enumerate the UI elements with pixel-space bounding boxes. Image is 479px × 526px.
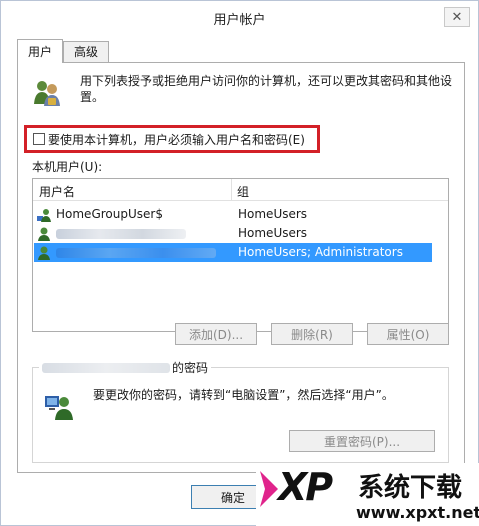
user-accounts-window: 用户帐户 ✕ 用户 高级 用下列表授予或拒绝用户访问你的计算机，还可以更改其密码… xyxy=(0,0,479,526)
password-group: 的密码 要更改你的密码，请转到“电脑设置”，然后选择“用户”。 重置密码(P).… xyxy=(32,359,449,463)
redacted-name xyxy=(56,248,216,258)
password-instruction: 要更改你的密码，请转到“电脑设置”，然后选择“用户”。 xyxy=(93,388,394,402)
user-icon xyxy=(37,209,51,222)
properties-button[interactable]: 属性(O) xyxy=(367,323,449,345)
title-bar: 用户帐户 ✕ xyxy=(1,1,478,33)
password-group-title-text: 的密码 xyxy=(172,361,209,375)
redacted-name xyxy=(56,229,186,239)
watermark-arrow-icon xyxy=(260,471,278,507)
user-icon xyxy=(38,246,50,260)
tab-strip: 用户 高级 xyxy=(17,39,110,63)
password-group-title: 的密码 xyxy=(39,359,212,376)
require-login-label: 要使用本计算机，用户必须输入用户名和密码(E) xyxy=(48,132,305,147)
column-header-username[interactable]: 用户名 xyxy=(39,183,75,200)
user-icon xyxy=(38,227,50,241)
row-username: HomeGroupUser$ xyxy=(56,207,163,221)
close-icon: ✕ xyxy=(451,9,463,25)
users-list[interactable]: 用户名 组 HomeGroupUser$ HomeUsers HomeUsers… xyxy=(32,178,449,332)
watermark: XP 系统下载 www.xpxt.net xyxy=(256,463,479,526)
table-row[interactable]: HomeGroupUser$ HomeUsers xyxy=(34,205,432,224)
tab-advanced[interactable]: 高级 xyxy=(63,41,110,63)
remove-user-button[interactable]: 删除(R) xyxy=(271,323,353,345)
intro-text: 用下列表授予或拒绝用户访问你的计算机，还可以更改其密码和其他设置。 xyxy=(80,74,453,104)
row-group: HomeUsers xyxy=(238,207,308,221)
column-header-group[interactable]: 组 xyxy=(237,183,249,200)
watermark-url: www.xpxt.net xyxy=(356,503,479,522)
require-login-option[interactable]: 要使用本计算机，用户必须输入用户名和密码(E) xyxy=(24,125,320,153)
reset-password-button[interactable]: 重置密码(P)... xyxy=(289,430,435,452)
users-tab-panel: 用下列表授予或拒绝用户访问你的计算机，还可以更改其密码和其他设置。 要使用本计算… xyxy=(17,62,465,473)
add-user-button[interactable]: 添加(D)... xyxy=(175,323,257,345)
table-row[interactable]: HomeUsers; Administrators xyxy=(34,243,432,262)
users-icon xyxy=(34,81,60,106)
row-group: HomeUsers xyxy=(238,226,308,240)
user-computer-icon xyxy=(45,396,73,420)
list-header: 用户名 组 xyxy=(33,179,448,201)
watermark-text: 系统下载 xyxy=(358,473,463,503)
watermark-logo: XP xyxy=(278,465,333,509)
row-group: HomeUsers; Administrators xyxy=(238,245,403,259)
tab-users[interactable]: 用户 xyxy=(17,39,64,63)
require-login-checkbox[interactable] xyxy=(33,133,45,145)
close-button[interactable]: ✕ xyxy=(444,7,470,27)
window-title: 用户帐户 xyxy=(213,13,266,28)
redacted-username xyxy=(42,362,170,373)
column-divider[interactable] xyxy=(231,179,232,201)
table-row[interactable]: HomeUsers xyxy=(34,224,432,243)
local-users-label: 本机用户(U): xyxy=(32,160,103,174)
